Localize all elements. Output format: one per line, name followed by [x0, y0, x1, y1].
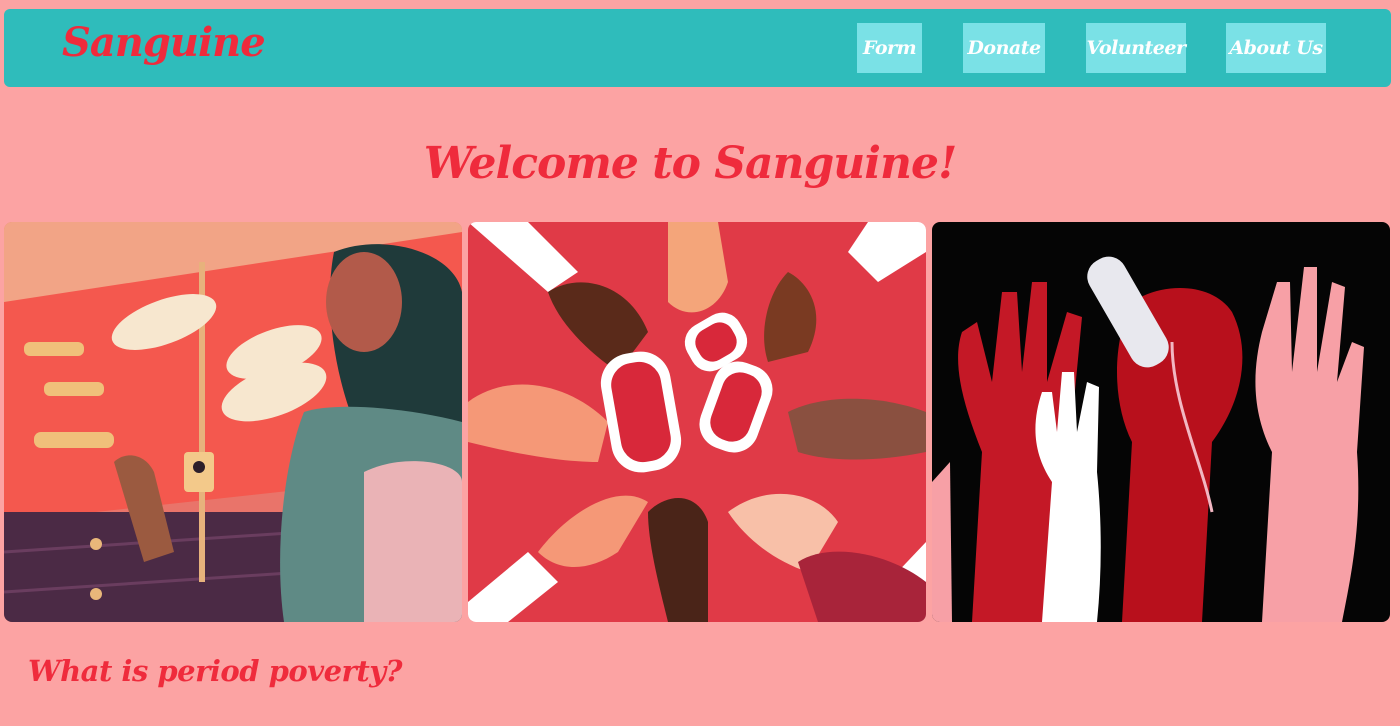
nav-form-button[interactable]: Form [857, 23, 922, 73]
top-navbar: Sanguine Form Donate Volunteer About Us [4, 9, 1391, 87]
welcome-heading: Welcome to Sanguine! [423, 138, 958, 189]
nav-volunteer-button[interactable]: Volunteer [1086, 23, 1186, 73]
section-heading-period-poverty: What is period poverty? [28, 654, 403, 688]
hands-reaching-for-pads-illustration [468, 222, 926, 622]
girl-at-display-case-illustration [4, 222, 462, 622]
raised-hands-with-tampon-illustration [932, 222, 1390, 622]
nav-about-us-button[interactable]: About Us [1226, 23, 1326, 73]
brand-logo[interactable]: Sanguine [62, 19, 266, 66]
nav-donate-button[interactable]: Donate [963, 23, 1045, 73]
